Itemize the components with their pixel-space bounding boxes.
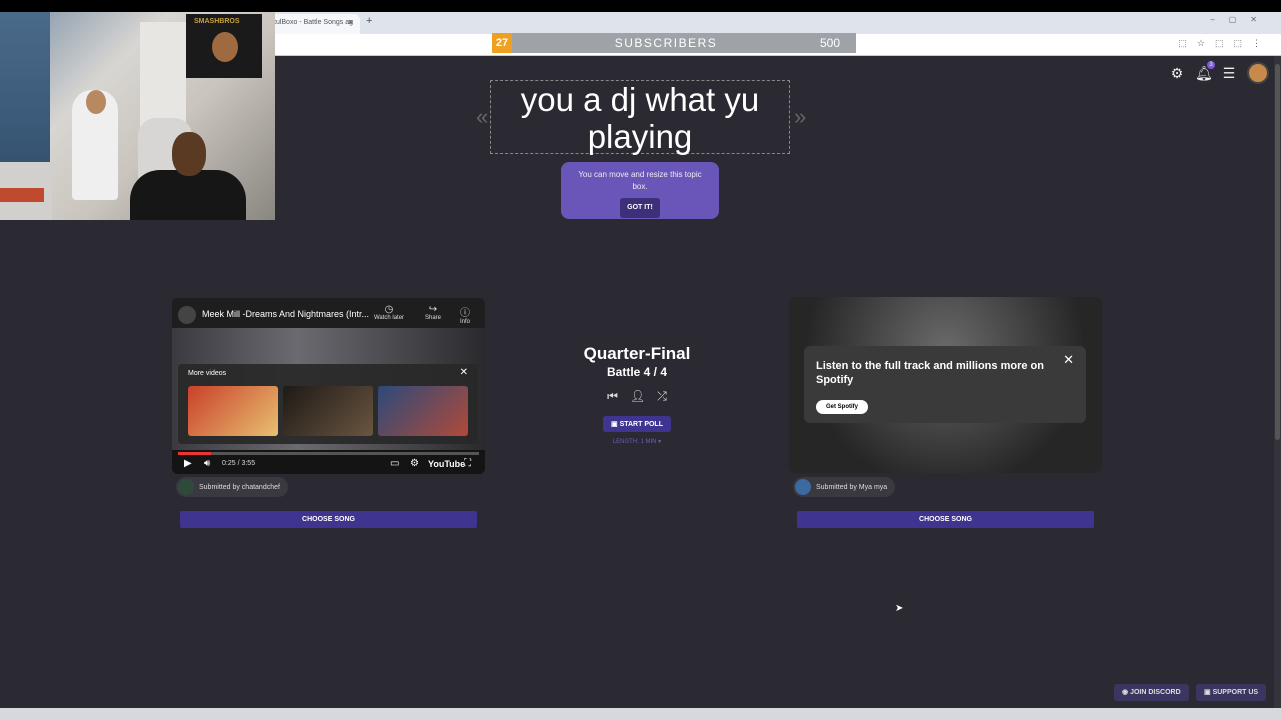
watch-later-button[interactable]: ◷ Watch later	[371, 304, 407, 321]
youtube-logo[interactable]: YouTube	[428, 459, 465, 469]
submitter-avatar	[178, 479, 194, 495]
progress-bar[interactable]	[178, 452, 479, 455]
info-icon: ⓘ	[460, 308, 470, 319]
start-poll-button[interactable]: ▣ START POLL	[603, 416, 671, 432]
close-icon[interactable]: ✕	[1063, 352, 1074, 368]
left-submitted-by: Submitted by chatandchef	[199, 483, 280, 491]
captions-icon[interactable]: ▭	[390, 458, 399, 469]
webcam-person-front	[130, 170, 246, 220]
user-icon[interactable]: 👤︎	[630, 389, 645, 404]
subscriber-label: SUBSCRIBERS	[614, 36, 718, 50]
shuffle-icon[interactable]: ⤮	[657, 389, 667, 404]
webcam-shoebox	[0, 188, 44, 202]
tab-title: tulBoxo - Battle Songs ag	[274, 19, 353, 26]
share-label: Share	[424, 315, 441, 321]
fullscreen-icon[interactable]: ⛶	[464, 458, 471, 469]
video-time: 0:25 / 3:55	[222, 460, 256, 467]
bell-icon[interactable]: 🔔︎ 3	[1195, 60, 1215, 82]
webcam-overlay: SMASHBROS	[0, 12, 275, 220]
top-strip	[0, 0, 1281, 12]
scrollbar-thumb[interactable]	[1275, 64, 1280, 440]
player-controls: ▶ 🔊︎ 0:25 / 3:55 ▭ ⚙ YouTube ⛶	[172, 450, 485, 474]
youtube-player[interactable]: Meek Mill -Dreams And Nightmares (Intr..…	[172, 298, 485, 474]
left-choose-song-button[interactable]: CHOOSE SONG	[180, 511, 477, 528]
spotify-promo-text: Listen to the full track and millions mo…	[816, 360, 1044, 386]
gear-icon[interactable]: ⚙	[1169, 65, 1185, 82]
close-icon[interactable]: ✕	[460, 367, 468, 378]
poll-length-select[interactable]: LENGTH: 1 MIN ▾	[560, 438, 714, 445]
video-thumbnail[interactable]	[283, 386, 373, 436]
settings-icon[interactable]: ⚙	[410, 458, 419, 469]
more-videos-title: More videos	[188, 370, 227, 377]
right-choose-song-button[interactable]: CHOOSE SONG	[797, 511, 1094, 528]
new-tab-icon[interactable]: +	[366, 15, 372, 27]
join-discord-label: JOIN DISCORD	[1130, 689, 1181, 696]
previous-icon[interactable]: ⏮	[607, 389, 618, 404]
right-submitter: Submitted by Mya mya	[793, 477, 896, 497]
window-controls[interactable]: –▢✕	[1210, 15, 1271, 24]
left-submitter: Submitted by chatandchef	[176, 477, 288, 497]
join-discord-button[interactable]: ◉ JOIN DISCORD	[1114, 684, 1189, 701]
support-us-label: SUPPORT US	[1212, 689, 1259, 696]
progress-fill	[178, 452, 212, 455]
support-us-button[interactable]: ▣ SUPPORT US	[1196, 684, 1267, 701]
get-spotify-button[interactable]: Get Spotify	[816, 400, 869, 414]
prev-topic-arrow-icon[interactable]: «	[476, 104, 488, 130]
battle-controls: ⏮ 👤︎ ⤮	[560, 389, 714, 404]
video-title[interactable]: Meek Mill -Dreams And Nightmares (Intr..…	[202, 309, 369, 319]
tab-close-icon[interactable]: ×	[348, 17, 353, 27]
topic-box[interactable]: you a dj what yu playing	[490, 80, 790, 155]
watch-later-label: Watch later	[373, 315, 405, 321]
os-taskbar	[0, 708, 1281, 720]
webcam-poster: SMASHBROS	[186, 14, 262, 78]
share-icon: ↪	[428, 304, 438, 315]
subscriber-goal: 500	[820, 36, 841, 50]
browser-toolbar-icons[interactable]: ⬚☆⬚⬚⋮	[1178, 38, 1271, 49]
notification-badge: 3	[1207, 60, 1215, 69]
got-it-button[interactable]: GOT IT!	[620, 198, 660, 218]
user-avatar[interactable]	[1247, 62, 1269, 84]
top-right-icons: ⚙ 🔔︎ 3 ☰	[1169, 60, 1269, 84]
battle-counter: Battle 4 / 4	[606, 365, 668, 379]
channel-logo-icon[interactable]	[178, 306, 196, 324]
webcam-person-back-head	[86, 90, 106, 114]
right-submitted-by: Submitted by Mya mya	[816, 483, 888, 491]
tooltip-message: You can move and resize this topic box.	[578, 170, 702, 191]
video-thumbnail[interactable]	[378, 386, 468, 436]
submitter-avatar	[795, 479, 811, 495]
mouse-cursor-icon: ➤	[895, 603, 904, 614]
info-label: Info	[459, 319, 470, 325]
start-poll-label: START POLL	[619, 421, 663, 428]
volume-icon[interactable]: 🔊︎	[204, 458, 210, 469]
topic-tooltip: You can move and resize this topic box. …	[561, 162, 719, 219]
spotify-promo-card: Listen to the full track and millions mo…	[804, 346, 1086, 423]
next-topic-arrow-icon[interactable]: »	[794, 104, 806, 130]
share-button[interactable]: ↪ Share	[415, 304, 451, 321]
browser-tab[interactable]: tulBoxo - Battle Songs ag	[268, 14, 360, 34]
subscriber-count: 27	[492, 33, 512, 53]
spotify-player[interactable]: Listen to the full track and millions mo…	[789, 297, 1102, 473]
subscriber-goal-bar: 27 SUBSCRIBERS 500	[492, 33, 856, 53]
video-header: Meek Mill -Dreams And Nightmares (Intr..…	[172, 298, 485, 328]
round-title: Quarter-Final	[583, 344, 691, 363]
scrollbar[interactable]	[1274, 56, 1281, 708]
webcam-person-front-head	[172, 132, 206, 176]
video-thumbnail[interactable]	[188, 386, 278, 436]
play-icon[interactable]: ▶	[184, 458, 192, 469]
menu-icon[interactable]: ☰	[1221, 65, 1237, 82]
clock-icon: ◷	[384, 304, 394, 315]
battle-info: Quarter-Final Battle 4 / 4 ⏮ 👤︎ ⤮ ▣ STAR…	[560, 344, 714, 445]
more-videos-panel: More videos ✕	[178, 364, 478, 444]
info-button[interactable]: ⓘ Info	[447, 304, 483, 325]
